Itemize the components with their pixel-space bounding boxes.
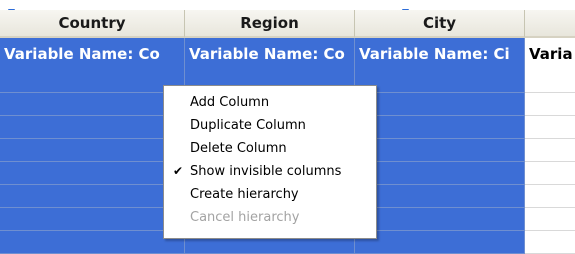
grid-cell[interactable] <box>0 93 185 116</box>
menu-item-create-hierarchy[interactable]: Create hierarchy <box>164 183 376 206</box>
menu-item-label: Show invisible columns <box>190 164 342 179</box>
grid-cell[interactable] <box>0 70 185 93</box>
menu-item-label: Create hierarchy <box>190 187 299 202</box>
grid-cell[interactable] <box>0 116 185 139</box>
menu-item-label: Cancel hierarchy <box>190 210 300 225</box>
grid-cell[interactable] <box>525 185 575 208</box>
grid-cell[interactable] <box>355 231 525 254</box>
grid-cell[interactable] <box>525 231 575 254</box>
menu-item-add-column[interactable]: Add Column <box>164 91 376 114</box>
grid-cell[interactable] <box>525 70 575 93</box>
grid-cell[interactable] <box>355 162 525 185</box>
grid-cell[interactable] <box>355 70 525 93</box>
column-header-row: Country Region City <box>0 10 575 38</box>
menu-item-label: Duplicate Column <box>190 118 306 133</box>
grid-cell[interactable] <box>0 208 185 231</box>
grid-cell[interactable] <box>0 139 185 162</box>
grid-cell[interactable] <box>355 139 525 162</box>
menu-item-show-invisible-columns[interactable]: ✔ Show invisible columns <box>164 160 376 183</box>
grid-cell[interactable] <box>0 231 185 254</box>
variable-name-cell[interactable]: Variable Name: Co <box>185 38 355 70</box>
variable-name-cell[interactable]: Variable Name: Ci <box>355 38 525 70</box>
checkmark-icon: ✔ <box>173 164 184 178</box>
grid-cell[interactable] <box>525 93 575 116</box>
column-header-country[interactable]: Country <box>0 10 185 38</box>
grid-cell[interactable] <box>355 185 525 208</box>
menu-item-label: Delete Column <box>190 141 287 156</box>
menu-item-cancel-hierarchy: Cancel hierarchy <box>164 206 376 229</box>
grid-cell[interactable] <box>0 162 185 185</box>
menu-item-delete-column[interactable]: Delete Column <box>164 137 376 160</box>
grid-cell[interactable] <box>525 116 575 139</box>
column-header-extra[interactable] <box>525 10 575 38</box>
column-header-region[interactable]: Region <box>185 10 355 38</box>
grid-cell[interactable] <box>0 185 185 208</box>
grid-cell[interactable] <box>525 162 575 185</box>
variable-name-cell[interactable]: Variable Name: Co <box>0 38 185 70</box>
grid-cell[interactable] <box>355 208 525 231</box>
context-menu: Add Column Duplicate Column Delete Colum… <box>163 85 377 239</box>
grid-cell[interactable] <box>525 208 575 231</box>
grid-cell[interactable] <box>355 116 525 139</box>
grid-cell[interactable] <box>525 139 575 162</box>
variable-name-cell[interactable]: Varia <box>525 38 575 70</box>
menu-item-label: Add Column <box>190 95 270 110</box>
column-header-city[interactable]: City <box>355 10 525 38</box>
variable-name-row: Variable Name: Co Variable Name: Co Vari… <box>0 38 575 70</box>
menu-item-duplicate-column[interactable]: Duplicate Column <box>164 114 376 137</box>
grid-cell[interactable] <box>355 93 525 116</box>
